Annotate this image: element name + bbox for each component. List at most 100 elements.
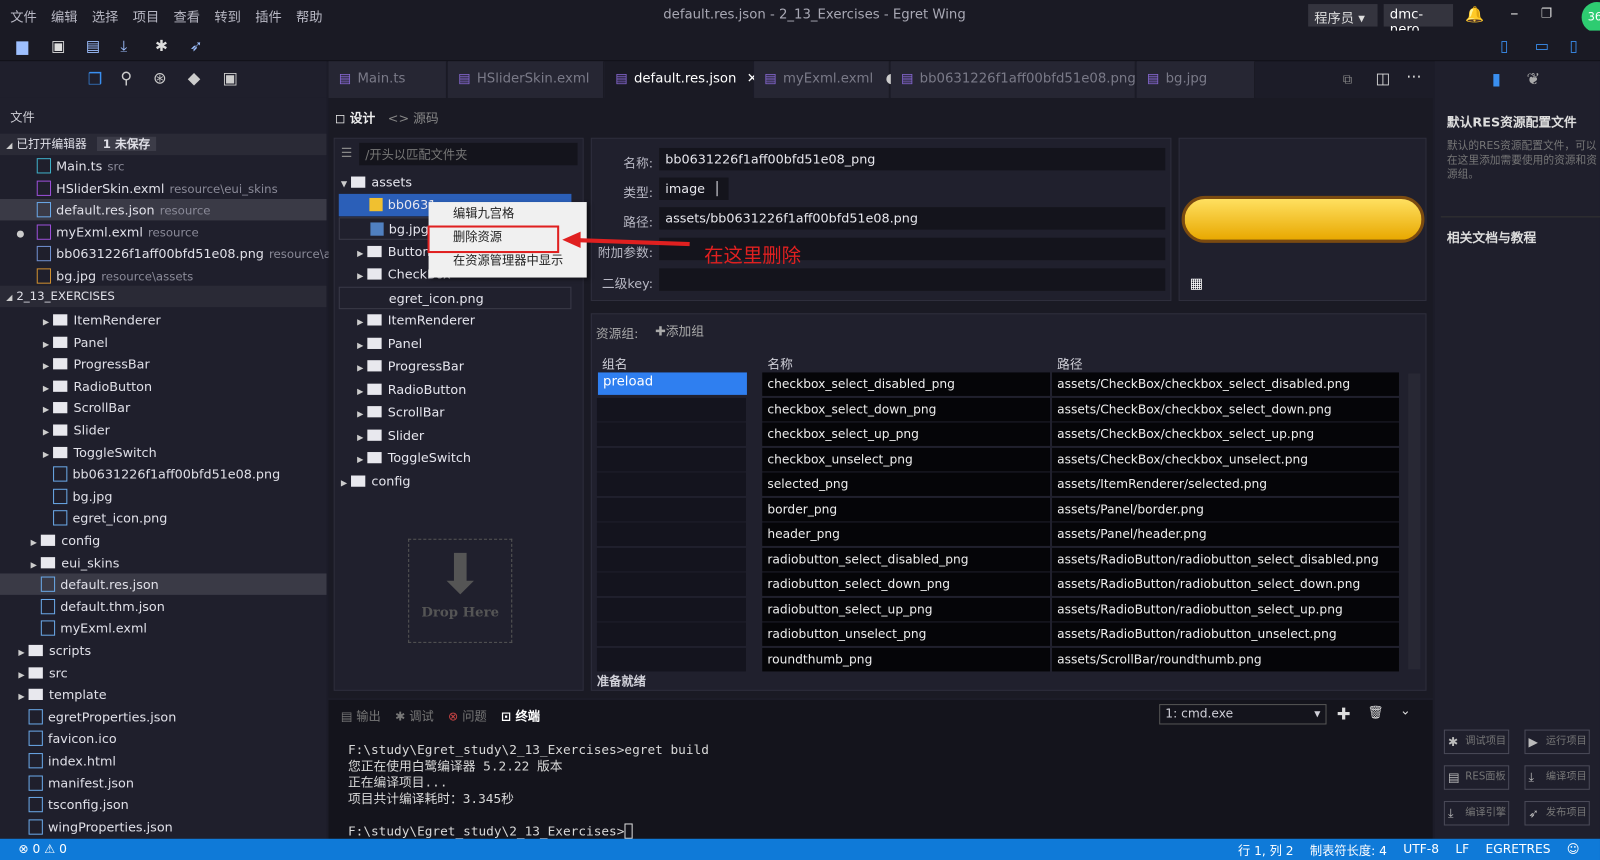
group-cell[interactable]	[596, 597, 746, 621]
res-name-cell[interactable]: checkbox_select_up_png	[762, 422, 1050, 446]
source-tab[interactable]: <> 源码	[388, 107, 439, 126]
res-name-cell[interactable]: border_png	[762, 497, 1050, 521]
tree-config[interactable]: ▶ config	[341, 470, 411, 492]
tree-item[interactable]: favicon.ico	[0, 728, 327, 749]
tree-item[interactable]: default.thm.json	[0, 596, 327, 617]
filter-input[interactable]: /开头以匹配文件夹	[359, 142, 578, 166]
res-name-cell[interactable]: radiobutton_select_disabled_png	[762, 547, 1050, 571]
res-name-cell[interactable]: radiobutton_unselect_png	[762, 622, 1050, 646]
terminal-tab[interactable]: ✱ 调试	[395, 707, 434, 724]
tree-item[interactable]: default.res.json	[0, 573, 327, 596]
res-path-cell[interactable]: assets/CheckBox/checkbox_select_disabled…	[1052, 372, 1399, 396]
role-select[interactable]: 程序员 ▾	[1308, 4, 1378, 27]
user-button[interactable]: dmc-nero	[1383, 4, 1454, 38]
tree-item[interactable]: index.html	[0, 750, 327, 771]
scrollbar[interactable]	[1408, 373, 1421, 670]
terminal-tab[interactable]: ⊗ 问题	[448, 707, 487, 724]
tree-item[interactable]: ▶ RadioButton	[0, 375, 327, 396]
open-file-item[interactable]: HSliderSkin.exml resource\eui_skins	[0, 177, 327, 198]
action-button[interactable]: ✱ 调试项目	[1443, 729, 1510, 755]
res-path-cell[interactable]: assets/CheckBox/checkbox_select_down.png	[1052, 397, 1399, 421]
group-cell[interactable]	[596, 447, 746, 471]
res-path-cell[interactable]: assets/RadioButton/radiobutton_select_di…	[1052, 547, 1399, 571]
res-path-cell[interactable]: assets/CheckBox/checkbox_select_up.png	[1052, 422, 1399, 446]
tree-item[interactable]: ▶ Slider	[0, 419, 327, 440]
tree-item[interactable]: myExml.exml	[0, 618, 327, 639]
language-mode[interactable]: EGRETRES	[1486, 842, 1551, 859]
tree-item[interactable]: ▶ Panel	[0, 331, 327, 352]
group-preload[interactable]: preload	[597, 372, 747, 395]
docs-icon[interactable]: ▮	[1492, 69, 1501, 88]
menu-item[interactable]: 插件	[255, 6, 282, 25]
tree-item[interactable]: ▶ src	[0, 662, 327, 683]
res-path-cell[interactable]: assets/ItemRenderer/selected.png	[1052, 472, 1399, 496]
res-path-cell[interactable]: assets/ScrollBar/roundthumb.png	[1052, 647, 1399, 671]
more-icon[interactable]: ⋯	[1406, 67, 1421, 85]
res-path-cell[interactable]: assets/RadioButton/radiobutton_unselect.…	[1052, 622, 1399, 646]
res-path-cell[interactable]: assets/RadioButton/radiobutton_select_up…	[1052, 597, 1399, 621]
tab-size[interactable]: 制表符长度: 4	[1310, 842, 1387, 859]
tree-item[interactable]: manifest.json	[0, 772, 327, 793]
add-group-button[interactable]: ✚添加组	[655, 320, 704, 339]
editor-tab[interactable]: ▤myExml.exml ●	[754, 61, 897, 98]
name-field[interactable]: bb0631226f1aff00bfd51e08_png	[659, 147, 1166, 171]
menu-item[interactable]: 选择	[92, 6, 119, 25]
resource-item[interactable]: ▶ ToggleSwitch	[339, 447, 471, 469]
feedback-icon[interactable]: ☺	[1567, 842, 1580, 859]
tree-item[interactable]: ▶ config	[0, 530, 327, 551]
new-folder-icon[interactable]: ▆	[16, 37, 28, 55]
group-cell[interactable]	[596, 422, 746, 446]
open-file-item[interactable]: default.res.json resource	[0, 199, 327, 221]
editor-tab[interactable]: ▤ Main.ts	[328, 61, 447, 98]
git-icon[interactable]: ◆	[188, 68, 201, 87]
resource-item[interactable]: ▶ RadioButton	[339, 379, 466, 401]
cursor-position[interactable]: 行 1, 列 2	[1238, 842, 1294, 859]
path-field[interactable]: assets/bb0631226f1aff00bfd51e08.png	[659, 207, 1166, 230]
split-editor-icon[interactable]: ◫	[1375, 69, 1389, 87]
tree-item[interactable]: ▶ ItemRenderer	[0, 309, 327, 330]
toggle-sidebar-icon[interactable]: ▯	[1500, 37, 1508, 55]
bell-icon[interactable]: 🔔	[1465, 5, 1484, 23]
terminal-output[interactable]: F:\study\Egret_study\2_13_Exercises>egre…	[348, 742, 709, 840]
wing-icon[interactable]: ❦	[1527, 69, 1541, 88]
group-cell[interactable]	[596, 622, 746, 646]
action-button[interactable]: ➶ 发布项目	[1524, 801, 1590, 826]
editor-tab[interactable]: ▤ bg.jpg	[1136, 61, 1256, 98]
extensions-icon[interactable]: ⊛	[153, 68, 167, 87]
group-cell[interactable]	[596, 647, 746, 671]
problems-indicator[interactable]: ⊗ 0 ⚠ 0	[18, 842, 67, 856]
tree-item[interactable]: ▶ eui_skins	[0, 552, 327, 573]
tree-item[interactable]: ▶ scripts	[0, 640, 327, 661]
restore-icon[interactable]: ❐	[1541, 5, 1552, 20]
editor-tab[interactable]: ▤ bb0631226f1aff00bfd51e08.png	[890, 61, 1136, 98]
tree-item[interactable]: wingProperties.json	[0, 816, 327, 837]
menu-item[interactable]: 编辑	[51, 6, 78, 25]
drop-zone[interactable]: ⬇ Drop Here	[408, 538, 513, 643]
toggle-right-icon[interactable]: ▯	[1569, 37, 1577, 55]
res-name-cell[interactable]: roundthumb_png	[762, 647, 1050, 671]
tree-item[interactable]: ▶ template	[0, 684, 327, 705]
tree-item[interactable]: ▶ ScrollBar	[0, 397, 327, 418]
tree-item[interactable]: egretProperties.json	[0, 706, 327, 727]
menu-item[interactable]: 转到	[214, 6, 241, 25]
resource-item[interactable]: egret_icon.png	[338, 286, 572, 310]
action-button[interactable]: ⤓ 编译引擎	[1443, 801, 1510, 826]
group-cell[interactable]	[596, 522, 746, 546]
res-path-cell[interactable]: assets/CheckBox/checkbox_unselect.png	[1052, 447, 1399, 471]
project-header[interactable]: ◢ 2_13_EXERCISES	[0, 285, 327, 308]
subkey-field[interactable]	[659, 268, 1166, 291]
group-cell[interactable]	[596, 472, 746, 496]
menu-item[interactable]: 项目	[133, 6, 160, 25]
terminal-tab[interactable]: ▤ 输出	[341, 707, 381, 724]
menu-item[interactable]: 帮助	[296, 6, 323, 25]
publish-icon[interactable]: ➶	[190, 37, 203, 55]
group-cell[interactable]	[596, 397, 746, 421]
editor-tab[interactable]: ▤ default.res.json ✕	[605, 61, 758, 98]
save-icon[interactable]: ▣	[51, 37, 65, 55]
menu-item[interactable]: 查看	[174, 6, 201, 25]
new-terminal-icon[interactable]: ✚	[1337, 704, 1351, 723]
open-file-item[interactable]: bg.jpg resource\assets	[0, 265, 327, 286]
resource-item[interactable]: ▶ ProgressBar	[339, 355, 464, 377]
explorer-icon[interactable]: ❒	[88, 69, 103, 88]
resource-item[interactable]: ▶ ItemRenderer	[339, 309, 475, 331]
